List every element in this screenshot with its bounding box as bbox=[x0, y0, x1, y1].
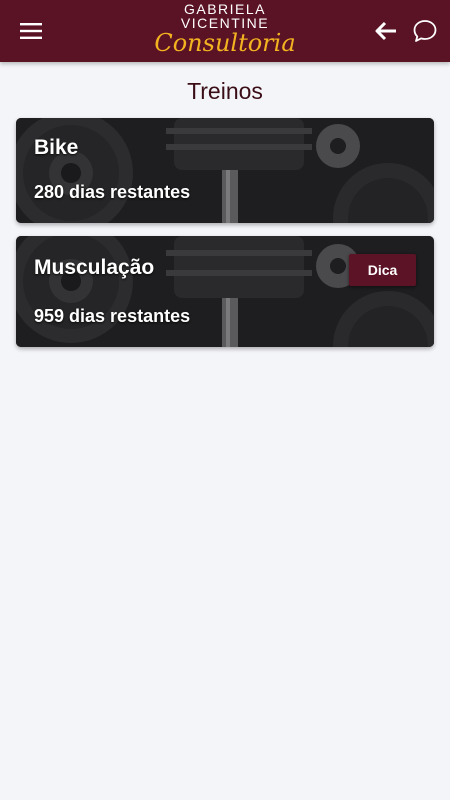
workout-name: Bike bbox=[34, 136, 79, 159]
workout-card-musculacao[interactable]: Musculação 959 dias restantes Dica bbox=[16, 236, 434, 347]
gym-weights-background bbox=[16, 118, 434, 223]
menu-icon bbox=[20, 23, 42, 39]
gym-weights-background bbox=[16, 236, 434, 347]
app-bar: GABRIELA VICENTINE Consultoria bbox=[0, 0, 450, 62]
tip-button[interactable]: Dica bbox=[349, 254, 416, 286]
chat-button[interactable] bbox=[408, 14, 442, 48]
chat-bubble-icon bbox=[413, 20, 437, 42]
page-title: Treinos bbox=[187, 78, 263, 104]
workout-remaining-days: 280 dias restantes bbox=[34, 182, 191, 202]
brand-logo: GABRIELA VICENTINE Consultoria bbox=[150, 0, 300, 62]
workout-remaining-days: 959 dias restantes bbox=[34, 306, 191, 326]
logo-line-1: GABRIELA bbox=[183, 1, 267, 17]
arrow-left-icon bbox=[375, 21, 396, 41]
workout-card-bike[interactable]: Bike 280 dias restantes bbox=[16, 118, 434, 223]
logo-line-2: VICENTINE bbox=[180, 15, 270, 31]
workout-name: Musculação bbox=[34, 256, 155, 279]
logo-script: Consultoria bbox=[154, 29, 296, 57]
menu-button[interactable] bbox=[14, 17, 48, 45]
back-button[interactable] bbox=[370, 15, 402, 47]
